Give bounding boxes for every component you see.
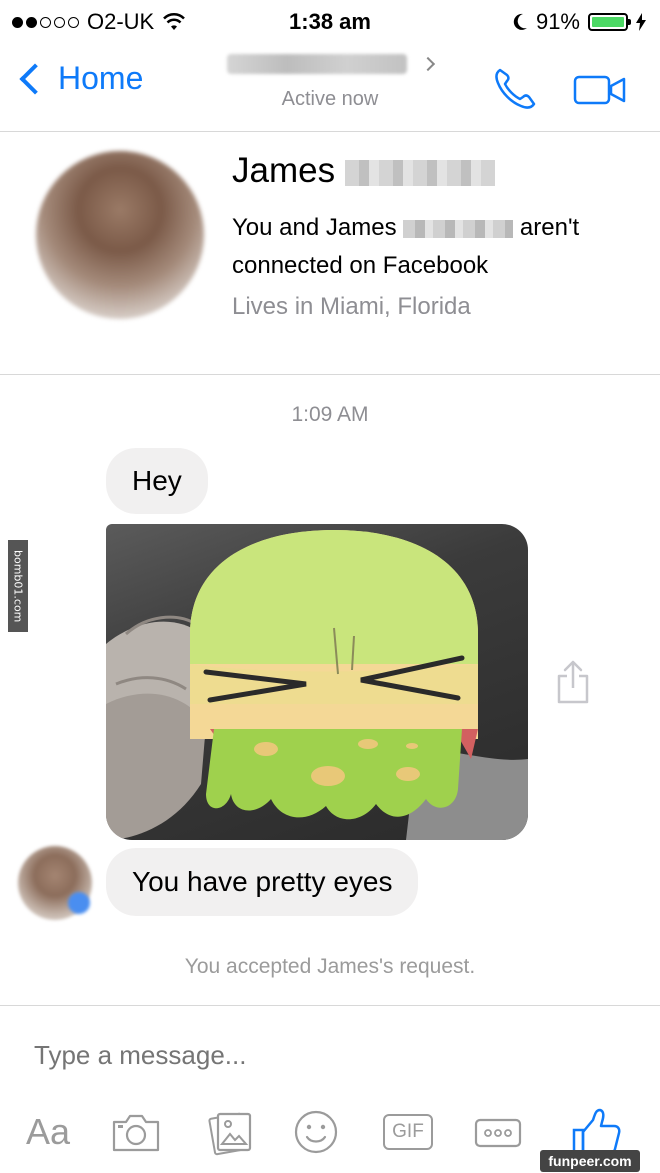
camera-icon[interactable] <box>108 1104 164 1160</box>
profile-avatar[interactable] <box>36 151 204 319</box>
bottom-watermark: funpeer.com <box>540 1150 640 1172</box>
profile-card: James You and James aren't connected on … <box>0 133 660 375</box>
connection-text-start: You and James <box>232 214 397 241</box>
message-composer: Aa GIF <box>0 1005 660 1173</box>
active-status: Active now <box>281 88 379 110</box>
status-bar: O2-UK 1:38 am 91% <box>0 0 660 42</box>
gif-button[interactable]: GIF <box>378 1104 438 1160</box>
contact-title[interactable]: Active now <box>200 54 460 111</box>
moon-icon <box>513 13 527 30</box>
gif-label: GIF <box>383 1114 433 1150</box>
battery-icon <box>588 13 631 31</box>
system-notice: You accepted James's request. <box>184 955 476 978</box>
connection-status: You and James aren't connected on Facebo… <box>232 209 642 285</box>
aa-label: Aa <box>25 1111 71 1152</box>
blurred-contact-name <box>226 54 407 74</box>
more-options-icon[interactable] <box>470 1104 526 1160</box>
messenger-badge-icon <box>68 892 90 914</box>
phone-call-icon[interactable] <box>490 64 540 114</box>
message-text: You have pretty eyes <box>132 866 393 897</box>
message-timestamp: 1:09 AM <box>291 403 369 426</box>
profile-location: Lives in Miami, Florida <box>232 293 471 320</box>
emoji-icon[interactable] <box>288 1104 344 1160</box>
chevron-right-icon <box>421 56 436 72</box>
message-text: Hey <box>132 465 182 496</box>
video-call-icon[interactable] <box>570 64 630 114</box>
share-icon[interactable] <box>553 658 593 706</box>
message-bubble-received[interactable]: Hey <box>106 448 208 514</box>
image-message[interactable] <box>106 524 528 840</box>
conversation-header: Home Active now <box>0 42 660 132</box>
photo-gallery-icon[interactable] <box>202 1104 258 1160</box>
battery-percent: 91% <box>535 9 580 34</box>
status-right: 91% <box>512 9 646 35</box>
side-watermark: bomb01.com <box>8 540 28 632</box>
pixelated-surname <box>344 159 495 186</box>
chevron-left-icon <box>19 62 51 95</box>
message-input[interactable] <box>34 1040 594 1071</box>
back-label: Home <box>58 60 144 96</box>
charging-bolt-icon <box>636 13 646 31</box>
back-button[interactable]: Home <box>14 60 143 97</box>
pixelated-surname-inline <box>403 219 514 238</box>
text-format-button[interactable]: Aa <box>18 1104 78 1160</box>
emoji-sticker-image <box>106 530 528 840</box>
profile-first-name: James <box>232 151 336 190</box>
profile-name: James <box>232 151 495 191</box>
message-bubble-received[interactable]: You have pretty eyes <box>106 848 419 916</box>
